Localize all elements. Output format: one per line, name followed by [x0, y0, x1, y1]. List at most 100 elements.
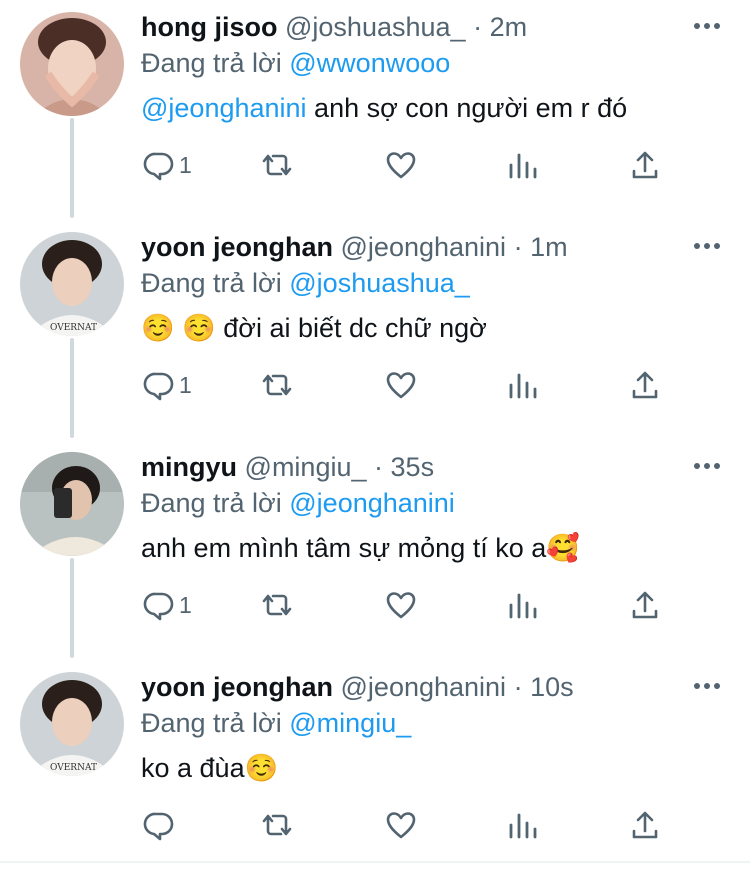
replying-to: Đang trả lời @mingiu_: [141, 706, 411, 740]
display-name[interactable]: yoon jeonghan: [141, 672, 333, 702]
user-handle[interactable]: @jeonghanini: [341, 672, 507, 702]
action-bar: [141, 800, 681, 850]
retweet-button[interactable]: [261, 140, 293, 190]
like-icon: [386, 592, 416, 619]
views-icon: [509, 813, 537, 839]
more-icon[interactable]: [692, 16, 722, 36]
reply-count: 1: [179, 151, 192, 178]
like-button[interactable]: [385, 800, 417, 850]
user-handle[interactable]: @mingiu_: [245, 452, 367, 482]
share-button[interactable]: [629, 800, 661, 850]
views-icon: [509, 593, 537, 619]
timestamp[interactable]: 2m: [490, 12, 528, 42]
reply-count: 1: [179, 371, 192, 398]
share-icon: [632, 151, 658, 179]
tweet-text: ☺️ ☺️ đời ai biết dc chữ ngờ: [141, 310, 487, 346]
action-bar: 1: [141, 360, 681, 410]
retweet-button[interactable]: [261, 360, 293, 410]
retweet-button[interactable]: [261, 580, 293, 630]
reply-button[interactable]: 1: [143, 140, 192, 190]
text-mention[interactable]: @jeonghanini: [141, 93, 307, 123]
tweet[interactable]: hong jisoo @joshuashua_ · 2m Đang trả lờ…: [0, 0, 750, 220]
like-icon: [386, 372, 416, 399]
retweet-icon: [262, 374, 292, 396]
tweet-body: ☺️ ☺️ đời ai biết dc chữ ngờ: [141, 313, 487, 343]
avatar[interactable]: OVERNAT: [20, 232, 124, 336]
reply-icon: [143, 812, 174, 841]
display-name[interactable]: yoon jeonghan: [141, 232, 333, 262]
avatar-image: [20, 452, 124, 556]
replying-to-label: Đang trả lời: [141, 708, 290, 738]
like-icon: [386, 152, 416, 179]
user-handle[interactable]: @joshuashua_: [285, 12, 466, 42]
tweet-text: anh em mình tâm sự mỏng tí ko a🥰: [141, 530, 580, 566]
reply-icon: [143, 372, 174, 401]
user-handle[interactable]: @jeonghanini: [341, 232, 507, 262]
tweet[interactable]: OVERNAT yoon jeonghan @jeonghanini · 10s…: [0, 660, 750, 880]
share-button[interactable]: [629, 580, 661, 630]
replying-to-mention[interactable]: @jeonghanini: [289, 488, 455, 518]
tweet-header: mingyu @mingiu_ · 35s: [141, 450, 434, 484]
more-icon[interactable]: [692, 676, 722, 696]
action-bar: 1: [141, 140, 681, 190]
views-button[interactable]: [507, 580, 539, 630]
like-button[interactable]: [385, 360, 417, 410]
tweet[interactable]: mingyu @mingiu_ · 35s Đang trả lời @jeon…: [0, 440, 750, 660]
more-icon[interactable]: [692, 456, 722, 476]
reply-button[interactable]: 1: [143, 360, 192, 410]
display-name[interactable]: mingyu: [141, 452, 237, 482]
share-button[interactable]: [629, 140, 661, 190]
replying-to: Đang trả lời @joshuashua_: [141, 266, 470, 300]
share-icon: [632, 371, 658, 399]
replying-to-mention[interactable]: @joshuashua_: [289, 268, 470, 298]
display-name[interactable]: hong jisoo: [141, 12, 277, 42]
separator-dot: ·: [513, 232, 523, 262]
tweet-header: hong jisoo @joshuashua_ · 2m: [141, 10, 527, 44]
views-button[interactable]: [507, 800, 539, 850]
views-button[interactable]: [507, 140, 539, 190]
avatar-image: [20, 12, 124, 116]
avatar-image: OVERNAT: [20, 672, 124, 776]
like-button[interactable]: [385, 580, 417, 630]
share-icon: [632, 811, 658, 839]
reply-button[interactable]: [143, 800, 179, 850]
views-button[interactable]: [507, 360, 539, 410]
replying-to: Đang trả lời @jeonghanini: [141, 486, 455, 520]
svg-text:OVERNAT: OVERNAT: [50, 763, 97, 773]
replying-to-label: Đang trả lời: [141, 48, 290, 78]
tweet-header: yoon jeonghan @jeonghanini · 1m: [141, 230, 568, 264]
like-icon: [386, 812, 416, 839]
retweet-icon: [262, 594, 292, 616]
timestamp[interactable]: 1m: [530, 232, 568, 262]
replying-to: Đang trả lời @wwonwooo: [141, 46, 450, 80]
avatar[interactable]: [20, 12, 124, 116]
tweet-header: yoon jeonghan @jeonghanini · 10s: [141, 670, 574, 704]
replying-to-mention[interactable]: @wwonwooo: [289, 48, 450, 78]
tweet-body: anh sợ con người em r đó: [306, 93, 628, 123]
like-button[interactable]: [385, 140, 417, 190]
retweet-icon: [262, 154, 292, 176]
divider: [0, 861, 750, 863]
tweet-body: ko a đùa☺️: [141, 753, 279, 783]
timestamp[interactable]: 35s: [391, 452, 435, 482]
tweet-text: ko a đùa☺️: [141, 750, 278, 786]
reply-icon: [143, 592, 174, 621]
tweet-body: anh em mình tâm sự mỏng tí ko a🥰: [141, 533, 580, 563]
avatar[interactable]: OVERNAT: [20, 672, 124, 776]
avatar-image: OVERNAT: [20, 232, 124, 336]
tweet[interactable]: OVERNAT yoon jeonghan @jeonghanini · 1m …: [0, 220, 750, 440]
svg-text:OVERNAT: OVERNAT: [50, 323, 97, 333]
replying-to-mention[interactable]: @mingiu_: [289, 708, 411, 738]
more-icon[interactable]: [692, 236, 722, 256]
separator-dot: ·: [513, 672, 523, 702]
views-icon: [509, 153, 537, 179]
reply-icon: [143, 152, 174, 181]
avatar[interactable]: [20, 452, 124, 556]
separator-dot: ·: [473, 12, 483, 42]
share-button[interactable]: [629, 360, 661, 410]
replying-to-label: Đang trả lời: [141, 268, 290, 298]
timestamp[interactable]: 10s: [530, 672, 574, 702]
action-bar: 1: [141, 580, 681, 630]
reply-button[interactable]: 1: [143, 580, 192, 630]
retweet-button[interactable]: [261, 800, 293, 850]
